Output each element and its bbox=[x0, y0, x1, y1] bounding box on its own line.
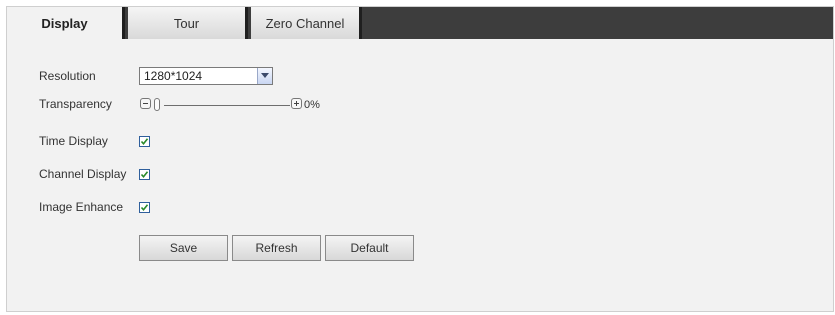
display-settings-panel: Display Tour Zero Channel Resolution 128… bbox=[6, 6, 834, 312]
channel-display-checkbox[interactable] bbox=[139, 169, 150, 180]
chevron-down-icon[interactable] bbox=[257, 68, 272, 84]
resolution-label: Resolution bbox=[39, 69, 96, 83]
tab-bar: Display Tour Zero Channel bbox=[7, 7, 833, 39]
check-icon bbox=[140, 171, 149, 179]
transparency-slider-track[interactable] bbox=[164, 105, 290, 106]
resolution-select[interactable]: 1280*1024 bbox=[139, 67, 273, 85]
check-icon bbox=[140, 138, 149, 146]
tab-tour[interactable]: Tour bbox=[128, 7, 248, 39]
channel-display-label: Channel Display bbox=[39, 167, 127, 181]
time-display-checkbox[interactable] bbox=[139, 136, 150, 147]
tab-display[interactable]: Display bbox=[7, 7, 125, 39]
image-enhance-checkbox[interactable] bbox=[139, 202, 150, 213]
save-button[interactable]: Save bbox=[139, 235, 228, 261]
check-icon bbox=[140, 204, 149, 212]
refresh-button[interactable]: Refresh bbox=[232, 235, 321, 261]
resolution-value: 1280*1024 bbox=[144, 69, 203, 83]
image-enhance-label: Image Enhance bbox=[39, 200, 124, 214]
minus-icon[interactable] bbox=[140, 98, 151, 109]
transparency-value: 0% bbox=[304, 99, 320, 111]
default-button[interactable]: Default bbox=[325, 235, 414, 261]
plus-icon[interactable] bbox=[291, 98, 302, 109]
transparency-label: Transparency bbox=[39, 97, 112, 111]
transparency-slider-thumb[interactable] bbox=[154, 98, 160, 111]
tab-zero-channel[interactable]: Zero Channel bbox=[251, 7, 362, 39]
time-display-label: Time Display bbox=[39, 134, 108, 148]
